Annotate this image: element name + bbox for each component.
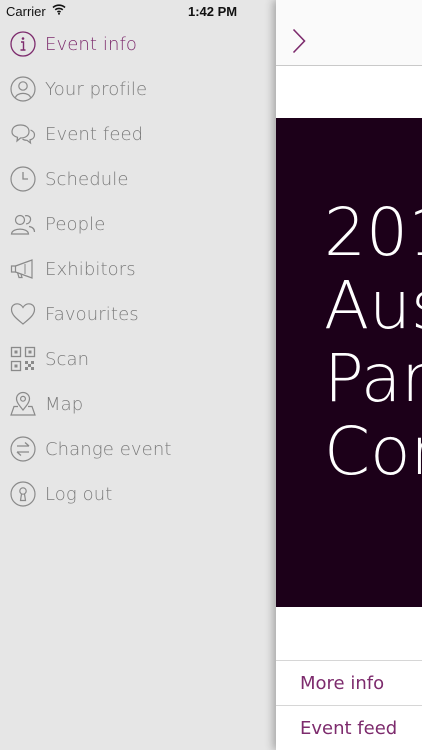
menu-item-change-event[interactable]: Change event <box>0 427 276 471</box>
menu-item-label: Event feed <box>45 123 144 145</box>
speech-bubbles-icon <box>9 120 37 148</box>
event-info-panel: 2015 Australian Partner Conference More … <box>276 0 422 750</box>
megaphone-icon <box>9 255 37 283</box>
keyhole-icon <box>9 480 37 508</box>
carrier-label: Carrier <box>6 4 46 19</box>
menu-item-label: Event info <box>45 33 138 55</box>
wifi-icon <box>52 3 66 18</box>
menu-item-label: Map <box>45 393 84 415</box>
list-item-label: More info <box>300 673 385 694</box>
heart-icon <box>9 300 37 328</box>
menu-item-people[interactable]: People <box>0 202 276 246</box>
menu-item-label: Exhibitors <box>45 258 136 280</box>
qr-code-icon <box>9 345 37 373</box>
event-feed-link[interactable]: Event feed <box>276 705 422 750</box>
menu-item-label: Schedule <box>45 168 129 190</box>
menu-item-label: Favourites <box>45 303 139 325</box>
menu-item-map[interactable]: Map <box>0 382 276 426</box>
profile-icon <box>9 75 37 103</box>
menu-item-event-info[interactable]: Event info <box>0 22 276 66</box>
navigation-bar <box>276 0 422 66</box>
menu-item-your-profile[interactable]: Your profile <box>0 67 276 111</box>
event-hero-banner: 2015 Australian Partner Conference <box>276 118 422 607</box>
menu-item-label: Log out <box>45 483 113 505</box>
list-item-label: Event feed <box>300 718 398 739</box>
menu-item-event-feed[interactable]: Event feed <box>0 112 276 156</box>
menu-item-scan[interactable]: Scan <box>0 337 276 381</box>
menu-item-log-out[interactable]: Log out <box>0 472 276 516</box>
menu-item-label: Change event <box>45 438 172 460</box>
menu-item-schedule[interactable]: Schedule <box>0 157 276 201</box>
swap-arrows-icon <box>9 435 37 463</box>
clock: 1:42 PM <box>188 4 238 19</box>
menu-item-label: Your profile <box>45 78 148 100</box>
info-icon <box>9 30 37 58</box>
menu-item-favourites[interactable]: Favourites <box>0 292 276 336</box>
menu-item-label: Scan <box>45 348 90 370</box>
chevron-right-icon[interactable] <box>292 28 306 59</box>
event-title: 2015 Australian Partner Conference <box>324 194 422 490</box>
people-icon <box>9 210 37 238</box>
more-info-link[interactable]: More info <box>276 660 422 705</box>
clock-icon <box>9 165 37 193</box>
menu-item-exhibitors[interactable]: Exhibitors <box>0 247 276 291</box>
map-pin-icon <box>9 390 37 418</box>
menu-item-label: People <box>45 213 106 235</box>
